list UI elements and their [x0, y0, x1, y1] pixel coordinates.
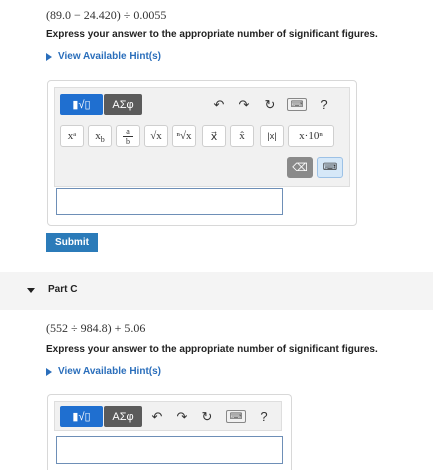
reset-icon[interactable]: ↻: [261, 94, 279, 115]
templates-icon: ▮√▯: [72, 411, 91, 423]
nth-root-key[interactable]: ⁿ√x: [172, 125, 196, 147]
templates-button[interactable]: ▮√▯: [60, 406, 103, 427]
partb-hint-link[interactable]: View Available Hint(s): [46, 51, 161, 62]
submit-button[interactable]: Submit: [46, 233, 98, 252]
caret-right-icon: [46, 367, 52, 376]
partc-header[interactable]: Part C: [0, 272, 433, 310]
greek-label: ΑΣφ: [112, 410, 134, 423]
chevron-down-icon: [27, 288, 35, 293]
templates-button[interactable]: ▮√▯: [60, 94, 103, 115]
partc-hint-link[interactable]: View Available Hint(s): [46, 366, 161, 377]
partb-math-editor: ▮√▯ ΑΣφ ↶ ↷ ↻ ⌨ ? xᵃ xb a b √x ⁿ√x x⃗ x̂…: [47, 80, 357, 226]
partc-expression: (552 ÷ 984.8) + 5.06: [46, 321, 146, 335]
partc-title: Part C: [48, 284, 78, 295]
help-icon[interactable]: ?: [315, 94, 333, 115]
redo-icon[interactable]: ↷: [235, 94, 253, 115]
fraction-numerator: a: [126, 126, 130, 136]
templates-icon: ▮√▯: [72, 99, 91, 111]
abs-key[interactable]: |x|: [260, 125, 284, 147]
greek-symbols-button[interactable]: ΑΣφ: [104, 94, 142, 115]
greek-symbols-button[interactable]: ΑΣφ: [104, 406, 142, 427]
vector-key[interactable]: x⃗: [202, 125, 226, 147]
undo-icon[interactable]: ↶: [210, 94, 228, 115]
subscript-key[interactable]: xb: [88, 125, 112, 147]
undo-icon[interactable]: ↶: [148, 406, 166, 427]
partb-instruction: Express your answer to the appropriate n…: [46, 29, 378, 40]
sqrt-key[interactable]: √x: [144, 125, 168, 147]
fraction-key[interactable]: a b: [116, 125, 140, 147]
partc-answer-input[interactable]: [56, 436, 283, 464]
unit-vector-key[interactable]: x̂: [230, 125, 254, 147]
keyboard-icon[interactable]: ⌨: [226, 410, 246, 423]
partc-toolbar: ▮√▯ ΑΣφ ↶ ↷ ↻ ⌨ ?: [54, 401, 282, 431]
hint-link-label: View Available Hint(s): [58, 51, 161, 62]
partb-expression: (89.0 − 24.420) ÷ 0.0055: [46, 8, 167, 22]
partc-instruction: Express your answer to the appropriate n…: [46, 344, 378, 355]
subscript-b: b: [100, 134, 105, 144]
partb-toolbar: ▮√▯ ΑΣφ ↶ ↷ ↻ ⌨ ? xᵃ xb a b √x ⁿ√x x⃗ x̂…: [54, 87, 350, 187]
keyboard-icon[interactable]: ⌨: [287, 98, 307, 111]
sci-notation-key[interactable]: x·10ⁿ: [288, 125, 334, 147]
power-key[interactable]: xᵃ: [60, 125, 84, 147]
backspace-icon[interactable]: ⌫: [287, 157, 313, 178]
keyboard-toggle-icon[interactable]: ⌨: [317, 157, 343, 178]
reset-icon[interactable]: ↻: [198, 406, 216, 427]
greek-label: ΑΣφ: [112, 98, 134, 111]
fraction-denominator: b: [123, 135, 133, 146]
hint-link-label: View Available Hint(s): [58, 366, 161, 377]
redo-icon[interactable]: ↷: [173, 406, 191, 427]
caret-right-icon: [46, 52, 52, 61]
partb-answer-input[interactable]: [56, 188, 283, 215]
help-icon[interactable]: ?: [255, 406, 273, 427]
partc-math-editor: ▮√▯ ΑΣφ ↶ ↷ ↻ ⌨ ?: [47, 394, 292, 470]
